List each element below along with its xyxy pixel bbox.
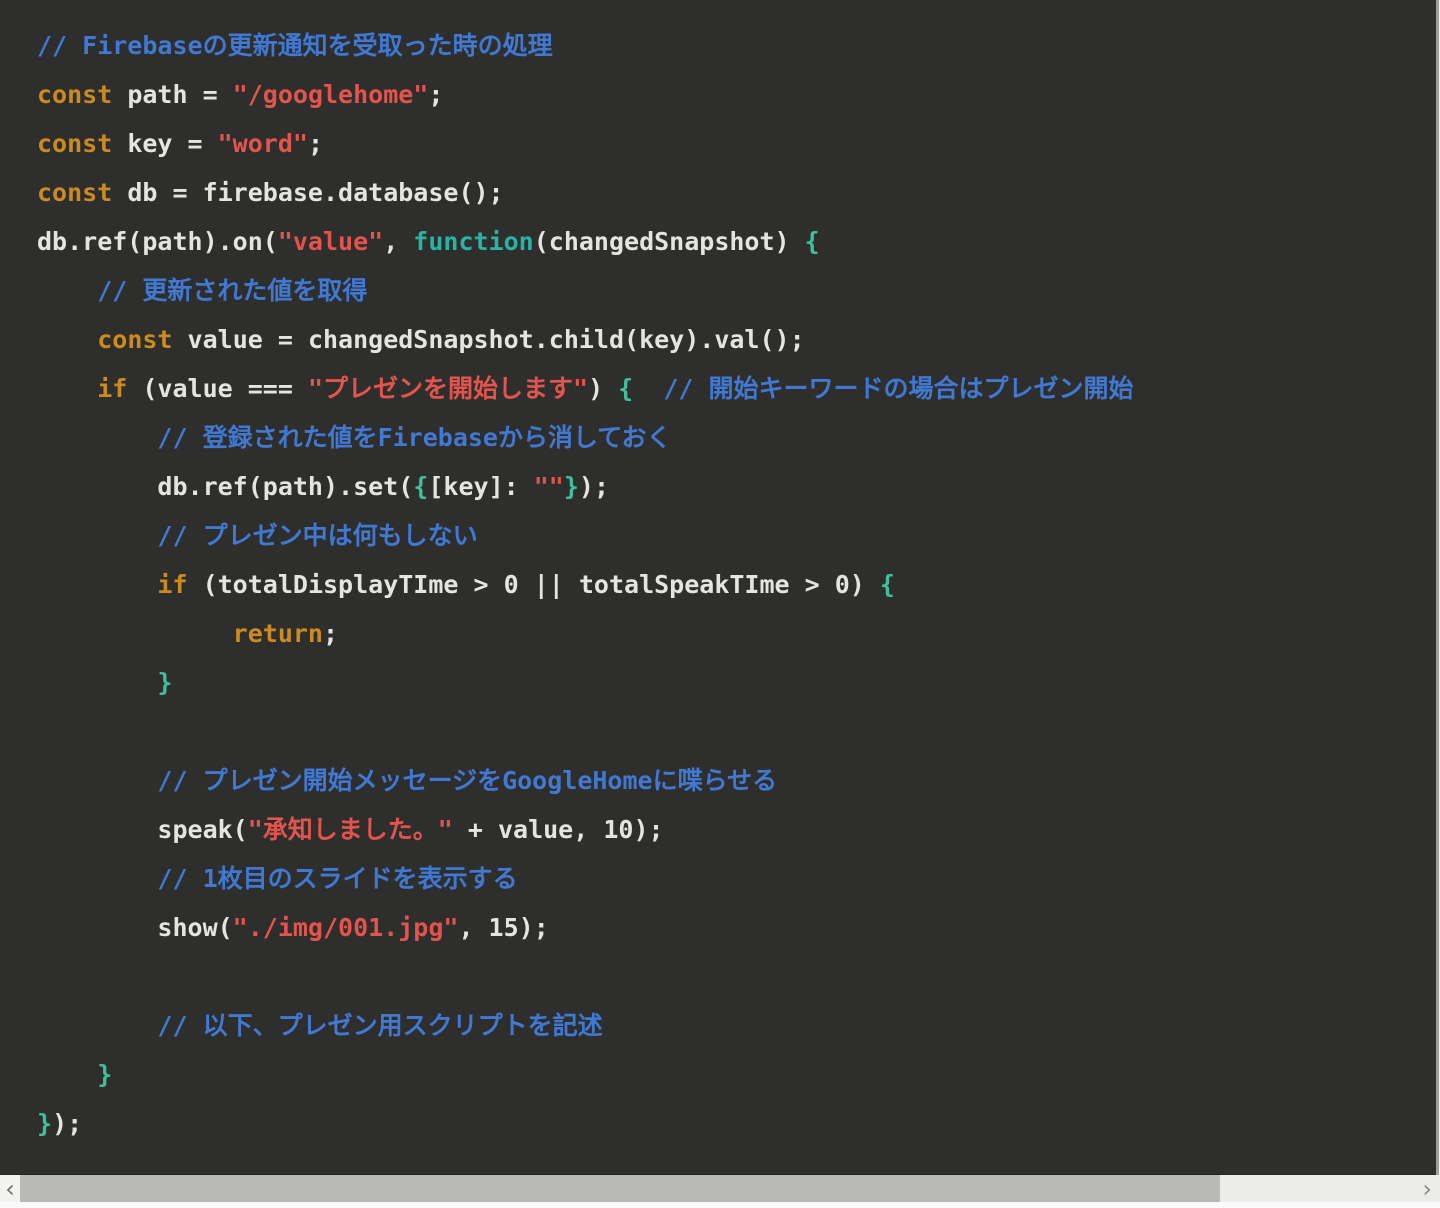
code-token: );: [52, 1109, 83, 1138]
code-editor-window: // Firebaseの更新通知を受取った時の処理 const path = "/…: [0, 0, 1440, 1208]
code-line[interactable]: });: [37, 1099, 1432, 1148]
chevron-left-icon: ‹: [5, 1174, 15, 1203]
chevron-right-icon: ›: [1422, 1174, 1432, 1203]
code-line[interactable]: // Firebaseの更新通知を受取った時の処理: [37, 21, 1432, 70]
code-token: ;: [428, 80, 444, 109]
scroll-left-button[interactable]: ‹: [0, 1175, 20, 1202]
code-token: {: [879, 570, 895, 599]
code-line[interactable]: // 1枚目のスライドを表示する: [37, 854, 1432, 903]
code-line[interactable]: [37, 952, 1432, 1001]
code-line[interactable]: if (totalDisplayTIme > 0 || totalSpeakTI…: [37, 560, 1432, 609]
code-line[interactable]: // 登録された値をFirebaseから消しておく: [37, 413, 1432, 462]
code-line[interactable]: if (value === "プレゼンを開始します") { // 開始キーワード…: [37, 364, 1432, 413]
code-line[interactable]: return;: [37, 609, 1432, 658]
code-token: "": [533, 472, 564, 501]
code-token: {: [413, 472, 429, 501]
code-line[interactable]: }: [37, 658, 1432, 707]
code-token: "承知しました。": [247, 815, 453, 844]
code-line[interactable]: }: [37, 1050, 1432, 1099]
code-token: // 開始キーワードの場合はプレゼン開始: [663, 374, 1134, 403]
code-token: db = firebase.database();: [112, 178, 504, 207]
code-token: "word": [217, 129, 308, 158]
code-token: return: [232, 619, 323, 648]
code-token: // 1枚目のスライドを表示する: [157, 864, 518, 893]
code-token: db.ref(path).set(: [37, 472, 414, 501]
code-token: // 更新された値を取得: [97, 276, 368, 305]
code-token: , 15);: [458, 913, 549, 942]
code-line[interactable]: db.ref(path).set({[key]: ""});: [37, 462, 1432, 511]
code-token: show(: [37, 913, 233, 942]
code-line[interactable]: // プレゼン中は何もしない: [37, 511, 1432, 560]
code-token: "./img/001.jpg": [232, 913, 459, 942]
code-token: + value, 10);: [452, 815, 664, 844]
window-bottom-edge: [0, 1202, 1440, 1208]
code-token: // 登録された値をFirebaseから消しておく: [157, 423, 672, 452]
code-token: );: [578, 472, 609, 501]
code-token: (value ===: [127, 374, 308, 403]
code-token: "value": [277, 227, 384, 256]
code-line[interactable]: show("./img/001.jpg", 15);: [37, 903, 1432, 952]
code-token: speak(: [37, 815, 248, 844]
code-line[interactable]: speak("承知しました。" + value, 10);: [37, 805, 1432, 854]
code-token: (changedSnapshot): [533, 227, 805, 256]
scrollbar-track[interactable]: ›: [1220, 1175, 1440, 1202]
code-line[interactable]: const db = firebase.database();: [37, 168, 1432, 217]
code-token: key =: [112, 129, 218, 158]
code-token: if: [97, 374, 128, 403]
horizontal-scrollbar[interactable]: ‹ ›: [0, 1174, 1440, 1202]
code-token: // プレゼン開始メッセージをGoogleHomeに喋らせる: [157, 766, 778, 795]
window-right-edge: [1436, 0, 1440, 1175]
code-token: (totalDisplayTIme > 0 || totalSpeakTIme …: [187, 570, 880, 599]
code-line[interactable]: const value = changedSnapshot.child(key)…: [37, 315, 1432, 364]
code-line[interactable]: db.ref(path).on("value", function(change…: [37, 217, 1432, 266]
code-token: {: [618, 374, 634, 403]
code-token: const: [97, 325, 173, 354]
code-token: "/googlehome": [232, 80, 429, 109]
code-token: ;: [322, 619, 339, 648]
code-line[interactable]: // 更新された値を取得: [37, 266, 1432, 315]
code-token: ): [588, 374, 619, 403]
code-line[interactable]: const path = "/googlehome";: [37, 70, 1432, 119]
code-line[interactable]: [37, 707, 1432, 756]
code-token: const: [37, 80, 113, 109]
code-token: ,: [383, 227, 414, 256]
code-token: }: [157, 668, 173, 697]
code-token: [key]:: [428, 472, 534, 501]
code-token: ;: [307, 129, 323, 158]
scrollbar-thumb[interactable]: [20, 1175, 1220, 1202]
code-line[interactable]: const key = "word";: [37, 119, 1432, 168]
code-token: const: [37, 178, 113, 207]
code-token: // 以下、プレゼン用スクリプトを記述: [157, 1011, 603, 1040]
code-token: if: [157, 570, 188, 599]
code-token: }: [37, 1109, 53, 1138]
code-token: function: [413, 227, 534, 256]
code-token: // Firebaseの更新通知を受取った時の処理: [37, 31, 553, 60]
code-token: {: [804, 227, 820, 256]
code-token: // プレゼン中は何もしない: [157, 521, 478, 550]
code-line[interactable]: // プレゼン開始メッセージをGoogleHomeに喋らせる: [37, 756, 1432, 805]
code-token: path =: [112, 80, 233, 109]
code-token: db.ref(path).on(: [37, 227, 278, 256]
code-token: "プレゼンを開始します": [307, 374, 589, 403]
code-token: const: [37, 129, 113, 158]
code-line[interactable]: // 以下、プレゼン用スクリプトを記述: [37, 1001, 1432, 1050]
code-token: }: [97, 1060, 113, 1089]
code-token: value = changedSnapshot.child(key).val()…: [172, 325, 805, 354]
code-token: }: [563, 472, 579, 501]
code-area[interactable]: // Firebaseの更新通知を受取った時の処理 const path = "/…: [0, 0, 1440, 1174]
